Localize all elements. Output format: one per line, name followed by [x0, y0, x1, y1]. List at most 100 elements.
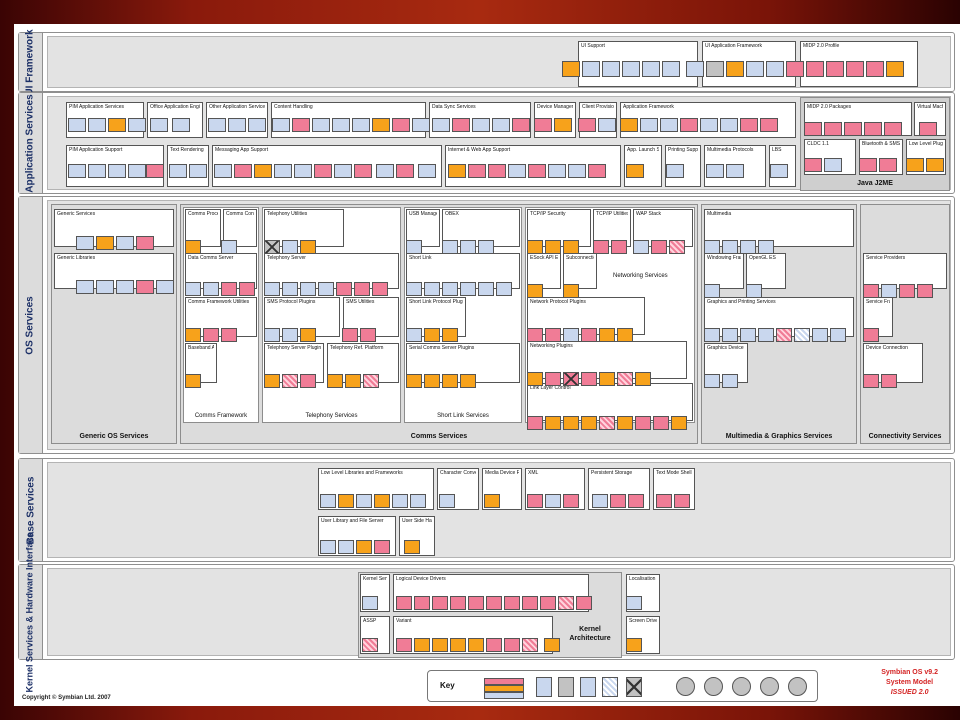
component-tile [282, 240, 298, 254]
component-tile [338, 494, 354, 508]
printing-support-label: Printing Support [668, 147, 698, 153]
component-tile [88, 118, 106, 132]
component-tile [136, 236, 154, 250]
layer-title-kernel: Kernel Services & Hardware Interface [19, 532, 43, 692]
component-tile [342, 328, 358, 342]
component-tile [406, 374, 422, 388]
sms-utilities-label: SMS Utilities [346, 299, 375, 305]
component-tile [116, 280, 134, 294]
component-tile [680, 118, 698, 132]
component-tile [563, 328, 579, 342]
component-tile [406, 240, 422, 254]
component-tile [563, 372, 579, 386]
component-tile [432, 596, 448, 610]
component-tile [534, 118, 552, 132]
component-tile [760, 118, 778, 132]
component-tile [522, 596, 538, 610]
component-tile [758, 240, 774, 254]
midp-packages-label: MIDP 2.0 Packages [807, 104, 852, 110]
component-tile [804, 158, 822, 172]
serial-comms-label: Serial Comms Server Plugins [409, 345, 475, 351]
component-tile [528, 164, 546, 178]
component-tile [424, 328, 440, 342]
component-tile [442, 282, 458, 296]
component-tile [460, 282, 476, 296]
generic-os-label: Generic OS Services [79, 433, 149, 440]
component-tile [406, 282, 422, 296]
component-tile [156, 280, 174, 294]
component-tile [272, 118, 290, 132]
component-tile [806, 61, 824, 77]
persistent-storage-label: Persistent Storage [591, 470, 633, 476]
bt-sms-label: Bluetooth & SMS Push [862, 141, 900, 147]
component-tile [622, 61, 640, 77]
component-tile [504, 596, 520, 610]
tcpip-security-label: TCP/IP Security [530, 211, 566, 217]
component-tile [221, 282, 237, 296]
component-tile [704, 374, 720, 388]
component-tile [824, 122, 842, 136]
client-prov-label: Client Provisioning [582, 104, 614, 110]
component-tile [294, 164, 312, 178]
component-tile [642, 61, 660, 77]
generic-libraries-label: Generic Libraries [57, 255, 96, 261]
baseband-label: Baseband Abstraction [188, 345, 214, 351]
component-tile [726, 61, 744, 77]
component-tile [354, 282, 370, 296]
component-tile [318, 282, 334, 296]
component-tile [396, 596, 412, 610]
telephony-server-label: Telephony Server [267, 255, 306, 261]
comms-fw-utils-label: Comms Framework Utilities [188, 299, 250, 305]
ui-app-fw-label: UI Application Framework [705, 43, 762, 49]
component-tile [786, 61, 804, 77]
component-tile [844, 122, 862, 136]
component-tile [540, 596, 556, 610]
key-swatch-orange [484, 685, 524, 692]
copyright-text: Copyright © Symbian Ltd. 2007 [22, 695, 111, 701]
cldc-label: CLDC 1.1 [807, 141, 829, 147]
component-tile [576, 596, 592, 610]
component-tile [527, 494, 543, 508]
component-tile [578, 118, 596, 132]
telephony-services-label: Telephony Services [305, 413, 358, 419]
key-circle [704, 677, 723, 696]
component-tile [208, 118, 226, 132]
component-tile [563, 240, 579, 254]
component-tile [354, 164, 372, 178]
component-tile [804, 122, 822, 136]
component-tile [651, 240, 667, 254]
component-tile [336, 282, 352, 296]
model-title-block: Symbian OS v9.2 System Model ISSUED 2.0 [881, 668, 938, 698]
component-tile [879, 158, 897, 172]
component-tile [264, 240, 280, 254]
component-tile [617, 372, 633, 386]
component-tile [338, 540, 354, 554]
kernel-architecture-label: Kernel Architecture [569, 626, 611, 642]
component-tile [136, 280, 154, 294]
component-tile [356, 494, 372, 508]
component-tile [392, 118, 410, 132]
component-tile [846, 61, 864, 77]
component-tile [640, 118, 658, 132]
component-tile [656, 494, 672, 508]
component-tile [203, 328, 219, 342]
component-tile [300, 374, 316, 388]
device-mgmt-label: Device Management [537, 104, 573, 110]
variant-label: Variant [396, 618, 412, 624]
service-providers-label: Service Providers [866, 255, 906, 261]
windowing-label: Windowing Framework [707, 255, 741, 261]
component-tile [460, 240, 476, 254]
component-tile [770, 164, 788, 178]
user-library-label: User Library and File Server [321, 518, 384, 524]
component-tile [722, 374, 738, 388]
component-tile [563, 416, 579, 430]
opengl-label: OpenGL ES [749, 255, 776, 261]
component-tile [527, 416, 543, 430]
connectivity-services-label: Connectivity Services [868, 433, 942, 440]
key-chip [536, 677, 552, 697]
component-tile [478, 282, 494, 296]
component-tile [320, 494, 336, 508]
component-tile [666, 164, 684, 178]
char-conversion-label: Character Conversion [440, 470, 476, 476]
component-tile [859, 158, 877, 172]
